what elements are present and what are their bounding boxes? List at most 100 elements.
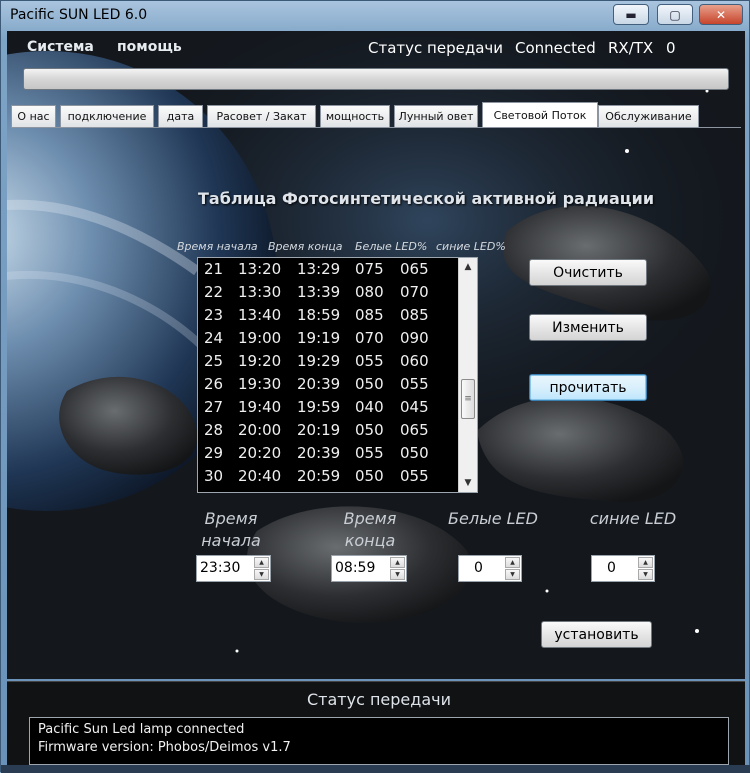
tab-maintenance[interactable]: Обслуживание	[598, 105, 699, 127]
row-end-time: 18:59	[297, 306, 341, 324]
row-end-time: 20:19	[297, 421, 341, 439]
row-start-time: 20:20	[238, 444, 282, 462]
end-time-spinner: ▲ ▼	[390, 557, 405, 580]
row-index: 29	[204, 444, 224, 462]
spin-up-icon[interactable]: ▲	[638, 557, 653, 568]
column-header-start: Время начала	[177, 240, 258, 253]
tab-power[interactable]: мощность	[320, 105, 390, 127]
row-white-percent: 055	[355, 352, 384, 370]
row-blue-percent: 045	[400, 398, 429, 416]
row-index: 25	[204, 352, 224, 370]
column-header-blue: синие LED%	[436, 240, 506, 253]
spin-down-icon[interactable]: ▼	[638, 569, 653, 580]
white-led-value: 0	[474, 560, 483, 576]
blue-led-label: синие LED	[589, 509, 677, 528]
row-start-time: 20:40	[238, 467, 282, 485]
list-item[interactable]: 23 13:40 18:59 085 085	[198, 304, 460, 327]
row-start-time: 13:20	[238, 260, 282, 278]
row-white-percent: 040	[355, 398, 384, 416]
row-blue-percent: 055	[400, 375, 429, 393]
tab-moonlight[interactable]: Лунный овет	[394, 105, 478, 127]
panel-title: Таблица Фотосинтетической активной радиа…	[198, 189, 655, 208]
list-item[interactable]: 30 20:40 20:59 050 055	[198, 465, 460, 488]
row-blue-percent: 050	[400, 444, 429, 462]
list-item[interactable]: 21 13:20 13:29 075 065	[198, 258, 460, 281]
rxtx-value: 0	[666, 39, 676, 57]
row-end-time: 19:29	[297, 352, 341, 370]
tab-date[interactable]: дата	[158, 105, 203, 127]
rxtx-label: RX/TX	[608, 39, 654, 57]
row-end-time: 20:39	[297, 444, 341, 462]
scroll-down-icon[interactable]: ▼	[459, 474, 477, 491]
white-led-input[interactable]: 0 ▲ ▼	[458, 555, 522, 582]
status-log[interactable]: Pacific Sun Led lamp connected Firmware …	[29, 717, 729, 765]
row-white-percent: 070	[355, 329, 384, 347]
transfer-progress-bar	[23, 68, 729, 90]
white-led-spinner: ▲ ▼	[505, 557, 520, 580]
end-time-label-line2: конца	[344, 531, 396, 550]
row-white-percent: 050	[355, 375, 384, 393]
list-item[interactable]: 25 19:20 19:29 055 060	[198, 350, 460, 373]
window-title: Pacific SUN LED 6.0	[10, 7, 148, 23]
read-button[interactable]: прочитать	[529, 374, 647, 401]
blue-led-input[interactable]: 0 ▲ ▼	[591, 555, 655, 582]
row-white-percent: 075	[355, 260, 384, 278]
blue-led-value: 0	[607, 560, 616, 576]
column-header-white: Белые LED%	[355, 240, 428, 253]
list-item[interactable]: 24 19:00 19:19 070 090	[198, 327, 460, 350]
row-end-time: 19:19	[297, 329, 341, 347]
spin-down-icon[interactable]: ▼	[505, 569, 520, 580]
list-item[interactable]: 27 19:40 19:59 040 045	[198, 396, 460, 419]
row-start-time: 19:40	[238, 398, 282, 416]
row-blue-percent: 090	[400, 329, 429, 347]
list-item[interactable]: 22 13:30 13:39 080 070	[198, 281, 460, 304]
minimize-button[interactable]: ▬	[613, 4, 649, 25]
spin-down-icon[interactable]: ▼	[254, 569, 269, 580]
row-end-time: 13:39	[297, 283, 341, 301]
edit-button[interactable]: Изменить	[529, 314, 647, 341]
maximize-button[interactable]: ▢	[657, 4, 693, 25]
menu-help[interactable]: помощь	[117, 39, 182, 55]
app-window: Pacific SUN LED 6.0 ▬ ▢ ✕ Система помощь…	[0, 0, 750, 773]
end-time-input[interactable]: 08:59 ▲ ▼	[331, 555, 407, 582]
scroll-thumb[interactable]: ≡	[461, 379, 475, 419]
list-item[interactable]: 28 20:00 20:19 050 065	[198, 419, 460, 442]
log-line: Pacific Sun Led lamp connected	[38, 722, 245, 737]
status-panel-title: Статус передачи	[307, 690, 451, 709]
row-end-time: 20:39	[297, 375, 341, 393]
tab-connection[interactable]: подключение	[60, 105, 154, 127]
row-start-time: 13:40	[238, 306, 282, 324]
start-time-label-line1: Время	[204, 509, 258, 528]
end-time-label: Время конца	[330, 508, 410, 552]
tab-about[interactable]: О нас	[11, 105, 56, 127]
row-blue-percent: 055	[400, 467, 429, 485]
set-button[interactable]: установить	[541, 621, 652, 648]
row-blue-percent: 085	[400, 306, 429, 324]
end-time-label-line1: Время	[343, 509, 397, 528]
title-bar[interactable]: Pacific SUN LED 6.0 ▬ ▢ ✕	[1, 1, 750, 31]
clear-button[interactable]: Очистить	[529, 259, 647, 286]
row-index: 26	[204, 375, 224, 393]
light-flow-panel: Таблица Фотосинтетической активной радиа…	[11, 127, 741, 675]
end-time-value: 08:59	[335, 560, 376, 576]
list-item[interactable]: 26 19:30 20:39 050 055	[198, 373, 460, 396]
spin-up-icon[interactable]: ▲	[505, 557, 520, 568]
row-white-percent: 050	[355, 467, 384, 485]
spin-up-icon[interactable]: ▲	[390, 557, 405, 568]
scroll-up-icon[interactable]: ▲	[459, 258, 477, 275]
spin-down-icon[interactable]: ▼	[390, 569, 405, 580]
menu-system[interactable]: Система	[27, 39, 94, 55]
row-white-percent: 050	[355, 421, 384, 439]
row-white-percent: 080	[355, 283, 384, 301]
row-start-time: 19:00	[238, 329, 282, 347]
row-blue-percent: 065	[400, 260, 429, 278]
tab-light-flow[interactable]: Световой Поток	[482, 102, 598, 127]
list-item[interactable]: 29 20:20 20:39 055 050	[198, 442, 460, 465]
schedule-list[interactable]: 21 13:20 13:29 075 065 22 13:30 13:39 08…	[197, 257, 478, 493]
close-button[interactable]: ✕	[699, 4, 743, 25]
start-time-input[interactable]: 23:30 ▲ ▼	[196, 555, 271, 582]
tab-sunrise-sunset[interactable]: Расовет / Закат	[207, 105, 316, 127]
spin-up-icon[interactable]: ▲	[254, 557, 269, 568]
row-index: 24	[204, 329, 224, 347]
list-scrollbar[interactable]: ▲ ≡ ▼	[458, 258, 477, 492]
